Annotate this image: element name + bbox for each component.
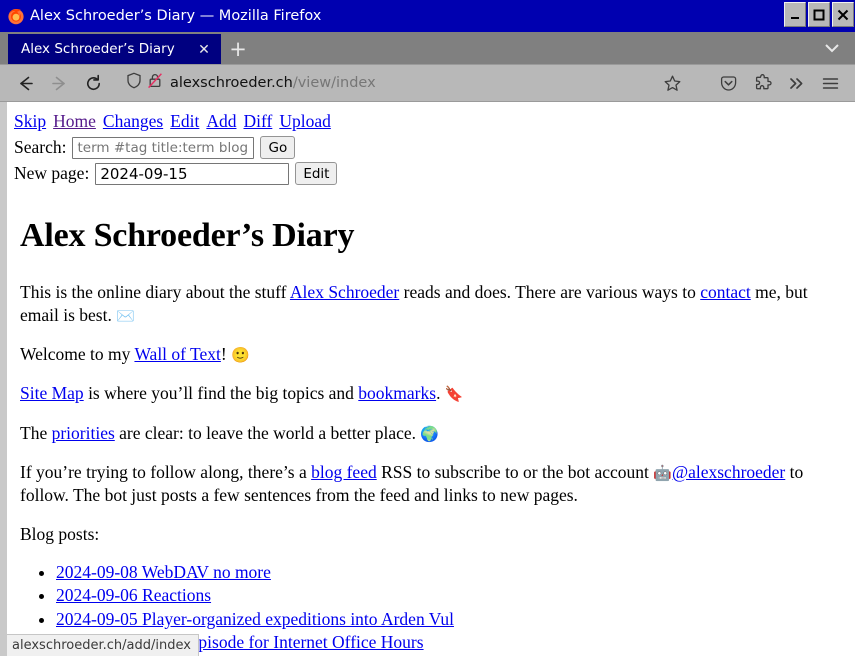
search-input[interactable] bbox=[72, 136, 255, 159]
text-fragment: Welcome to my bbox=[20, 344, 135, 365]
url-path: /view/index bbox=[292, 75, 376, 91]
address-bar[interactable]: alexschroeder.ch/view/index bbox=[120, 68, 647, 98]
page-scrollbar[interactable] bbox=[0, 102, 7, 656]
list-item: 2024-09-05 Player-organized expeditions … bbox=[56, 608, 843, 631]
new-page-form: New page: Edit bbox=[14, 162, 843, 186]
nav-link-edit[interactable]: Edit bbox=[170, 111, 199, 131]
feed-paragraph: If you’re trying to follow along, there’… bbox=[20, 461, 843, 507]
text-fragment: is where you’ll find the big topics and bbox=[83, 383, 359, 404]
new-tab-button[interactable]: + bbox=[221, 34, 255, 64]
text-fragment: This is the online diary about the stuff bbox=[20, 282, 290, 303]
url-text: alexschroeder.ch/view/index bbox=[170, 75, 376, 91]
link-site-map[interactable]: Site Map bbox=[20, 383, 84, 403]
title-bar: Alex Schroeder’s Diary — Mozilla Firefox bbox=[0, 0, 855, 32]
maximize-button[interactable] bbox=[808, 2, 830, 27]
back-arrow-icon[interactable] bbox=[8, 68, 42, 98]
puzzle-piece-icon[interactable] bbox=[745, 68, 779, 98]
globe-icon: 🌍 bbox=[420, 424, 440, 443]
search-go-button[interactable]: Go bbox=[260, 136, 296, 160]
minimize-button[interactable] bbox=[784, 2, 806, 27]
blog-post-link[interactable]: 2024-09-08 WebDAV no more bbox=[56, 562, 271, 582]
link-contact[interactable]: contact bbox=[700, 282, 751, 302]
text-fragment: ! bbox=[220, 344, 232, 365]
blog-posts-label: Blog posts: bbox=[20, 523, 100, 544]
tab-close-icon[interactable]: ✕ bbox=[193, 38, 215, 60]
tab-title: Alex Schroeder’s Diary bbox=[21, 41, 175, 57]
blog-post-link[interactable]: 2024-09-06 Reactions bbox=[56, 585, 211, 605]
bookmark-icon: 🔖 bbox=[444, 385, 464, 404]
window-title: Alex Schroeder’s Diary — Mozilla Firefox bbox=[30, 8, 322, 24]
new-page-label: New page: bbox=[14, 163, 90, 184]
double-chevron-icon[interactable] bbox=[779, 68, 813, 98]
sitemap-paragraph: Site Map is where you’ll find the big to… bbox=[20, 382, 843, 405]
text-fragment: RSS to subscribe to or the bot account bbox=[376, 461, 654, 482]
text-fragment: The bbox=[20, 422, 52, 443]
link-alexschroeder-handle[interactable]: @alexschroeder bbox=[672, 462, 785, 482]
text-fragment: If you’re trying to follow along, there’… bbox=[20, 461, 312, 482]
welcome-paragraph: Welcome to my Wall of Text! 🙂 bbox=[20, 343, 843, 366]
close-button[interactable] bbox=[832, 2, 854, 27]
robot-icon: 🤖 bbox=[653, 463, 672, 482]
reload-icon[interactable] bbox=[76, 68, 110, 98]
link-bookmarks[interactable]: bookmarks bbox=[358, 383, 436, 403]
lock-crossed-icon[interactable] bbox=[147, 72, 163, 94]
url-host: alexschroeder.ch bbox=[170, 75, 293, 91]
nav-link-skip[interactable]: Skip bbox=[14, 111, 46, 131]
link-blog-feed[interactable]: blog feed bbox=[311, 462, 377, 482]
priorities-paragraph: The priorities are clear: to leave the w… bbox=[20, 422, 843, 445]
page-viewport: Skip Home Changes Edit Add Diff Upload Search:… bbox=[0, 102, 855, 656]
browser-window: Alex Schroeder’s Diary — Mozilla Firefox… bbox=[0, 0, 855, 656]
list-all-tabs-icon[interactable] bbox=[817, 34, 847, 62]
nav-link-add[interactable]: Add bbox=[206, 111, 236, 131]
search-label: Search: bbox=[14, 137, 67, 158]
page-content: Skip Home Changes Edit Add Diff Upload Search:… bbox=[7, 102, 855, 656]
nav-link-upload[interactable]: Upload bbox=[279, 111, 331, 131]
intro-paragraph: This is the online diary about the stuff… bbox=[20, 281, 843, 327]
shield-icon[interactable] bbox=[126, 72, 142, 94]
nav-link-changes[interactable]: Changes bbox=[103, 111, 163, 131]
envelope-icon: ✉️ bbox=[116, 307, 135, 326]
firefox-logo-icon bbox=[7, 7, 25, 25]
nav-link-diff[interactable]: Diff bbox=[243, 111, 272, 131]
window-controls bbox=[784, 2, 854, 28]
pocket-icon[interactable] bbox=[711, 68, 745, 98]
site-navigation: Skip Home Changes Edit Add Diff Upload bbox=[14, 110, 843, 133]
star-icon[interactable] bbox=[655, 68, 689, 98]
nav-link-home[interactable]: Home bbox=[53, 111, 96, 131]
status-bar-link-preview: alexschroeder.ch/add/index bbox=[7, 634, 199, 656]
link-alex-schroeder[interactable]: Alex Schroeder bbox=[290, 282, 399, 302]
search-form: Search: Go bbox=[14, 136, 843, 160]
text-fragment: reads and does. There are various ways t… bbox=[399, 282, 701, 303]
text-fragment: . bbox=[436, 383, 445, 404]
new-page-input[interactable] bbox=[95, 162, 290, 185]
link-wall-of-text[interactable]: Wall of Text bbox=[134, 344, 220, 364]
navigation-toolbar: alexschroeder.ch/view/index bbox=[0, 64, 855, 102]
forward-arrow-icon bbox=[42, 68, 76, 98]
page-title: Alex Schroeder’s Diary bbox=[20, 217, 355, 255]
blog-post-link[interactable]: 2024-09-05 Player-organized expeditions … bbox=[56, 609, 454, 629]
list-item: 2024-09-08 WebDAV no more bbox=[56, 561, 843, 584]
hamburger-menu-icon[interactable] bbox=[813, 68, 847, 98]
text-fragment: are clear: to leave the world a better p… bbox=[114, 422, 421, 443]
link-priorities[interactable]: priorities bbox=[52, 423, 115, 443]
new-page-edit-button[interactable]: Edit bbox=[295, 162, 338, 186]
tab-strip: Alex Schroeder’s Diary ✕ + bbox=[0, 32, 855, 64]
list-item: 2024-09-06 Reactions bbox=[56, 584, 843, 607]
smiling-face-icon: 🙂 bbox=[231, 346, 250, 365]
tab-alex-schroeders-diary[interactable]: Alex Schroeder’s Diary ✕ bbox=[8, 34, 221, 64]
